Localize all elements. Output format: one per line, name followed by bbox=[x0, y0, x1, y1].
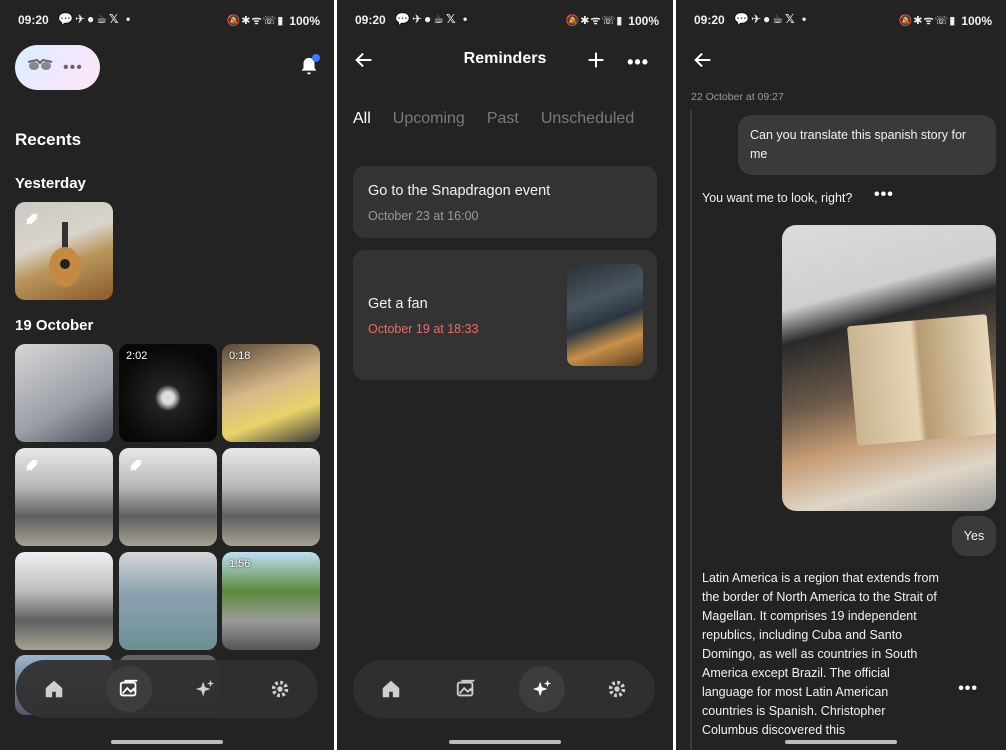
media-thumbnail[interactable] bbox=[119, 552, 217, 650]
glasses-icon bbox=[27, 58, 53, 77]
message-options-icon[interactable]: ••• bbox=[874, 186, 894, 204]
more-options-icon[interactable]: ••• bbox=[627, 52, 649, 73]
system-icons: 🔕✱ᯤ☏▮ bbox=[898, 15, 957, 27]
media-thumbnail[interactable] bbox=[15, 202, 113, 300]
page-title: Reminders bbox=[463, 50, 547, 67]
media-thumbnail[interactable] bbox=[15, 552, 113, 650]
status-bar: 09:20 💬✈●☕𝕏 • 🔕✱ᯤ☏▮ 100% bbox=[676, 0, 1006, 40]
status-bar: 09:20 💬✈●☕𝕏 • 🔕✱ᯤ☏▮ 100% bbox=[0, 0, 334, 40]
gear-icon bbox=[272, 680, 289, 698]
thread-divider bbox=[690, 110, 692, 750]
nav-ai[interactable] bbox=[518, 666, 565, 712]
system-icons: 🔕✱ᯤ☏▮ bbox=[226, 15, 285, 27]
battery-text: 100% bbox=[628, 13, 659, 28]
home-indicator[interactable] bbox=[785, 740, 897, 744]
reminder-title: Get a fan bbox=[368, 296, 428, 312]
chat-screen: 09:20 💬✈●☕𝕏 • 🔕✱ᯤ☏▮ 100% 22 October at 0… bbox=[676, 0, 1006, 750]
media-thumbnail[interactable] bbox=[119, 448, 217, 546]
video-duration: 2:02 bbox=[126, 350, 148, 362]
reminder-tabs: All Upcoming Past Unscheduled bbox=[353, 110, 634, 128]
gallery-icon bbox=[457, 679, 475, 697]
chat-timestamp: 22 October at 09:27 bbox=[691, 91, 784, 103]
notification-icons: 💬✈●☕𝕏 • bbox=[395, 12, 470, 26]
nav-home[interactable] bbox=[31, 666, 77, 712]
home-icon bbox=[382, 680, 399, 698]
ellipsis-icon: ••• bbox=[63, 58, 83, 76]
media-thumbnail[interactable] bbox=[15, 344, 113, 442]
add-icon[interactable] bbox=[585, 49, 607, 71]
status-time: 09:20 bbox=[18, 13, 49, 27]
reminder-photo bbox=[567, 264, 643, 366]
tab-upcoming[interactable]: Upcoming bbox=[393, 110, 465, 128]
notification-icons: 💬✈●☕𝕏 • bbox=[58, 12, 133, 26]
multi-photo-icon bbox=[26, 459, 38, 471]
recents-heading: Recents bbox=[15, 130, 82, 149]
video-thumbnail[interactable]: 2:02 bbox=[119, 344, 217, 442]
user-reply-bubble: Yes bbox=[952, 516, 996, 556]
nav-gallery[interactable] bbox=[106, 666, 153, 712]
bottom-navigation bbox=[16, 660, 318, 718]
media-thumbnail[interactable] bbox=[222, 448, 320, 546]
nav-ai[interactable] bbox=[182, 666, 228, 712]
reminder-date: October 19 at 18:33 bbox=[368, 322, 479, 336]
battery-text: 100% bbox=[961, 13, 992, 28]
reminder-title: Go to the Snapdragon event bbox=[368, 183, 551, 199]
nav-gallery[interactable] bbox=[443, 666, 489, 712]
notification-icons: 💬✈●☕𝕏 • bbox=[734, 12, 809, 26]
tab-all[interactable]: All bbox=[353, 110, 371, 128]
book-image bbox=[847, 314, 996, 446]
back-arrow-icon[interactable] bbox=[692, 49, 714, 71]
nav-settings[interactable] bbox=[257, 666, 303, 712]
multi-photo-icon bbox=[26, 213, 38, 225]
notification-dot bbox=[312, 54, 320, 62]
battery-text: 100% bbox=[289, 13, 320, 28]
user-message-bubble: Can you translate this spanish story for… bbox=[738, 115, 996, 175]
video-thumbnail[interactable]: 1:56 bbox=[222, 552, 320, 650]
gallery-screen: 09:20 💬✈●☕𝕏 • 🔕✱ᯤ☏▮ 100% ••• Recents Yes… bbox=[0, 0, 334, 750]
video-duration: 1:56 bbox=[229, 558, 251, 570]
home-indicator[interactable] bbox=[449, 740, 561, 744]
status-time: 09:20 bbox=[355, 13, 386, 27]
reminder-date: October 23 at 16:00 bbox=[368, 209, 479, 223]
home-indicator[interactable] bbox=[111, 740, 223, 744]
system-icons: 🔕✱ᯤ☏▮ bbox=[565, 15, 624, 27]
captured-photo[interactable] bbox=[782, 225, 996, 511]
home-icon bbox=[45, 680, 62, 698]
october-heading: 19 October bbox=[15, 317, 94, 334]
reminder-card[interactable]: Go to the Snapdragon event October 23 at… bbox=[353, 166, 657, 238]
status-bar: 09:20 💬✈●☕𝕏 • 🔕✱ᯤ☏▮ 100% bbox=[337, 0, 673, 40]
bottom-navigation bbox=[353, 660, 655, 718]
sparkle-icon bbox=[532, 679, 551, 697]
nav-home[interactable] bbox=[368, 666, 414, 712]
ai-response: Latin America is a region that extends f… bbox=[702, 571, 939, 737]
status-time: 09:20 bbox=[694, 13, 725, 27]
gallery-icon bbox=[120, 679, 138, 697]
yesterday-heading: Yesterday bbox=[15, 175, 86, 192]
reminders-screen: 09:20 💬✈●☕𝕏 • 🔕✱ᯤ☏▮ 100% Reminders ••• A… bbox=[337, 0, 673, 750]
video-thumbnail[interactable]: 0:18 bbox=[222, 344, 320, 442]
sparkle-icon bbox=[195, 679, 214, 697]
message-options-icon[interactable]: ••• bbox=[958, 680, 978, 698]
video-duration: 0:18 bbox=[229, 350, 251, 362]
ai-message: You want me to look, right? bbox=[702, 191, 853, 205]
tab-past[interactable]: Past bbox=[487, 110, 519, 128]
media-thumbnail[interactable] bbox=[15, 448, 113, 546]
multi-photo-icon bbox=[130, 459, 142, 471]
nav-settings[interactable] bbox=[594, 666, 640, 712]
glasses-device-pill[interactable]: ••• bbox=[15, 45, 100, 90]
reminder-card[interactable]: Get a fan October 19 at 18:33 bbox=[353, 250, 657, 380]
gear-icon bbox=[609, 680, 626, 698]
tab-unscheduled[interactable]: Unscheduled bbox=[541, 110, 634, 128]
